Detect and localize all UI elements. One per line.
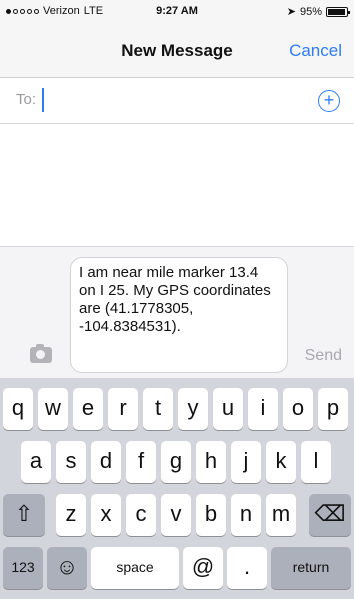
key-j[interactable]: j: [231, 441, 261, 483]
key-s[interactable]: s: [56, 441, 86, 483]
location-icon: ➤: [286, 6, 296, 18]
key-k[interactable]: k: [266, 441, 296, 483]
key-q[interactable]: q: [3, 388, 33, 430]
key-m[interactable]: m: [266, 494, 296, 536]
battery-icon: [326, 6, 350, 17]
emoji-key[interactable]: ☺: [47, 547, 87, 589]
key-z[interactable]: z: [56, 494, 86, 536]
shift-key[interactable]: ⇧: [3, 494, 45, 536]
numbers-key[interactable]: 123: [3, 547, 43, 589]
send-button[interactable]: Send: [305, 347, 342, 365]
message-input[interactable]: I am near mile marker 13.4 on I 25. My G…: [70, 257, 288, 373]
key-t[interactable]: t: [143, 388, 173, 430]
cancel-button[interactable]: Cancel: [289, 41, 342, 61]
key-l[interactable]: l: [301, 441, 331, 483]
key-i[interactable]: i: [248, 388, 278, 430]
key-f[interactable]: f: [126, 441, 156, 483]
message-thread: [0, 124, 354, 246]
to-label: To:: [16, 91, 37, 108]
period-key[interactable]: .: [227, 547, 267, 589]
at-key[interactable]: @: [183, 547, 223, 589]
return-key[interactable]: return: [271, 547, 351, 589]
key-o[interactable]: o: [283, 388, 313, 430]
status-bar: Verizon LTE 9:27 AM ➤ 95%: [0, 0, 354, 22]
key-e[interactable]: e: [73, 388, 103, 430]
recipient-row: To: +: [0, 78, 354, 124]
camera-icon[interactable]: [30, 344, 52, 363]
key-r[interactable]: r: [108, 388, 138, 430]
compose-bar: I am near mile marker 13.4 on I 25. My G…: [0, 246, 354, 378]
key-g[interactable]: g: [161, 441, 191, 483]
backspace-key[interactable]: ⌫: [309, 494, 351, 536]
battery-percent: 95%: [299, 5, 322, 18]
status-right: ➤ 95%: [286, 5, 350, 18]
navigation-bar: New Message Cancel: [0, 22, 354, 78]
keyboard: q w e r t y u i o p a s d f g h j k l ⇧ …: [0, 378, 354, 599]
key-d[interactable]: d: [91, 441, 121, 483]
key-y[interactable]: y: [178, 388, 208, 430]
add-contact-button[interactable]: +: [318, 90, 340, 112]
recipient-input[interactable]: [42, 88, 292, 112]
key-u[interactable]: u: [213, 388, 243, 430]
key-w[interactable]: w: [38, 388, 68, 430]
space-key[interactable]: space: [91, 547, 179, 589]
key-a[interactable]: a: [21, 441, 51, 483]
key-x[interactable]: x: [91, 494, 121, 536]
key-p[interactable]: p: [318, 388, 348, 430]
key-c[interactable]: c: [126, 494, 156, 536]
key-n[interactable]: n: [231, 494, 261, 536]
key-v[interactable]: v: [161, 494, 191, 536]
key-b[interactable]: b: [196, 494, 226, 536]
key-h[interactable]: h: [196, 441, 226, 483]
